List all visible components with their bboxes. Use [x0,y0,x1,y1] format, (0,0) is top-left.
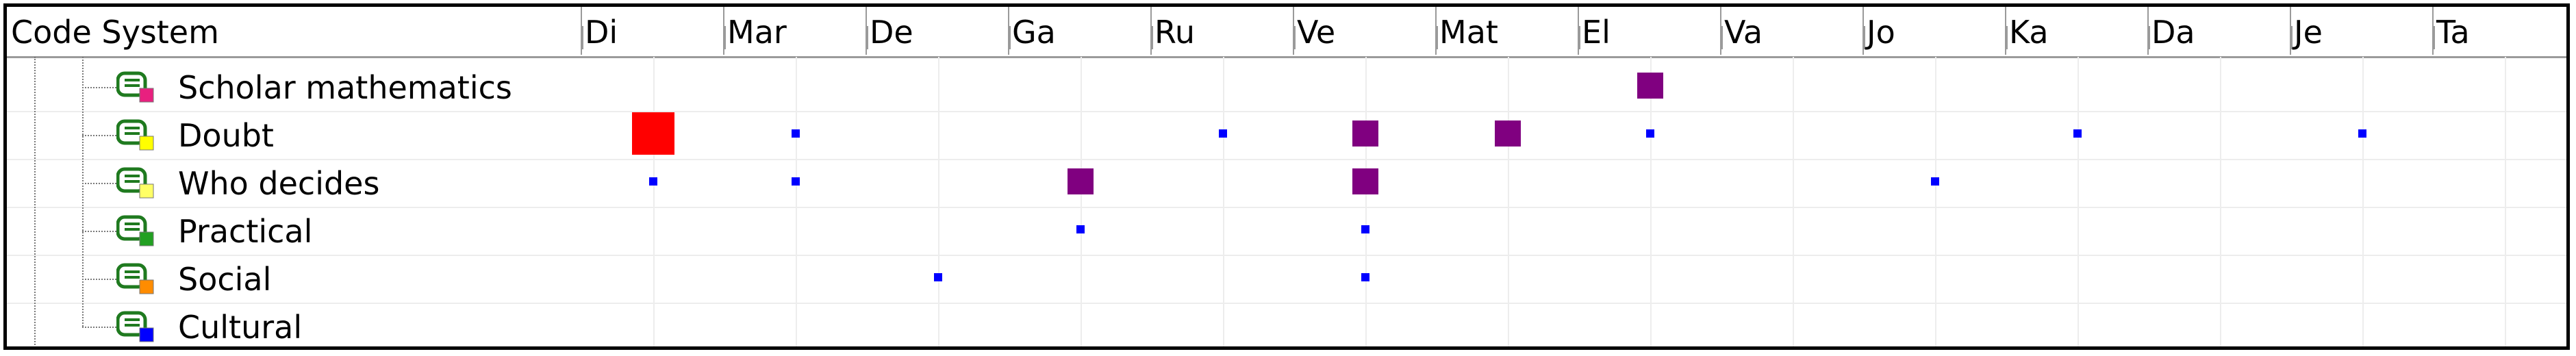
code-label: Who decides [178,165,380,202]
code-icon [116,213,156,247]
document-column-header[interactable]: Mat [1437,7,1579,55]
document-column-header[interactable]: Ta [2434,7,2566,55]
document-column-header[interactable]: Je [2291,7,2434,55]
matrix-marker[interactable] [1361,225,1369,233]
matrix-marker[interactable] [1219,129,1227,138]
matrix-marker[interactable] [792,177,800,186]
document-name: Ru [1154,14,1196,51]
matrix-marker[interactable] [792,129,800,138]
code-system-label: Code System [11,14,219,51]
document-column-header[interactable]: Ka [2006,7,2149,55]
matrix-marker[interactable] [1495,120,1521,147]
code-icon [116,117,156,151]
document-name: Di [585,14,618,51]
grid-line [1081,57,1082,346]
code-icon [116,309,156,343]
document-name: Da [2151,14,2195,51]
matrix-marker[interactable] [1361,273,1369,281]
grid-line [1793,57,1794,346]
code-row[interactable]: Doubt [7,112,582,160]
grid-line [938,57,939,346]
tree-connector [82,327,116,328]
grid-line [1935,57,1936,346]
grid-line [1508,57,1509,346]
matrix-marker[interactable] [1068,168,1094,194]
grid-line [2078,57,2079,346]
document-column-header[interactable]: Ga [1009,7,1152,55]
code-label: Social [178,261,272,298]
document-column-header[interactable]: Ru [1152,7,1294,55]
code-icon [116,165,156,199]
grid-line [796,57,797,346]
grid-line [2505,57,2506,346]
tree-connector [82,183,116,184]
document-name: Mar [727,14,787,51]
grid-line [1365,57,1367,346]
code-row[interactable]: Who decides [7,160,582,207]
matrix-marker[interactable] [1352,168,1378,194]
document-name: De [870,14,913,51]
code-icon [116,69,156,103]
code-label: Doubt [178,117,274,154]
tree-connector [82,135,116,136]
code-label: Cultural [178,309,303,346]
document-name: Je [2294,14,2323,51]
code-row[interactable]: Practical [7,207,582,255]
matrix-marker[interactable] [632,112,674,155]
grid-line [1223,57,1224,346]
document-name: Ga [1012,14,1056,51]
document-name: Ka [2009,14,2049,51]
document-column-header[interactable]: Jo [1864,7,2006,55]
code-matrix-browser: Code System Di Mar De Ga Ru Ve Mat El Va Jo Ka Da Je… [3,3,2570,350]
document-name: Va [1724,14,1763,51]
document-column-header[interactable]: Ve [1294,7,1437,55]
matrix-marker[interactable] [1637,73,1663,99]
grid-line [2362,57,2364,346]
code-row[interactable]: Scholar mathematics [7,64,582,112]
document-column-header[interactable]: Di [582,7,724,55]
code-label: Practical [178,213,313,250]
matrix-marker[interactable] [1076,225,1085,233]
document-column-header[interactable]: Da [2149,7,2291,55]
matrix-header: Code System Di Mar De Ga Ru Ve Mat El Va Jo Ka Da Je… [7,7,2566,58]
tree-connector [82,87,116,88]
tree-connector [82,279,116,280]
matrix-marker[interactable] [2073,129,2082,138]
matrix-marker[interactable] [649,177,657,186]
matrix-grid: Scholar mathematics Doubt Who decides Pract… [7,57,2566,346]
matrix-marker[interactable] [2358,129,2366,138]
matrix-marker[interactable] [1646,129,1654,138]
code-label: Scholar mathematics [178,69,512,106]
tree-connector [82,231,116,232]
grid-line [653,57,655,346]
document-column-header[interactable]: De [867,7,1009,55]
grid-line [2220,57,2221,346]
matrix-marker[interactable] [1352,120,1378,147]
code-row[interactable]: Cultural [7,303,582,346]
matrix-marker[interactable] [934,273,942,281]
matrix-marker[interactable] [1931,177,1939,186]
document-name: Mat [1439,14,1498,51]
document-name: Ve [1297,14,1336,51]
code-icon [116,261,156,295]
code-system-column-header[interactable]: Code System [7,7,582,55]
code-row[interactable]: Social [7,255,582,303]
document-column-header[interactable]: El [1579,7,1721,55]
document-name: Jo [1867,14,1895,51]
grid-line [1650,57,1652,346]
document-column-header[interactable]: Va [1721,7,1864,55]
document-name: Ta [2436,14,2470,51]
document-column-header[interactable]: Mar [724,7,867,55]
document-name: El [1582,14,1611,51]
